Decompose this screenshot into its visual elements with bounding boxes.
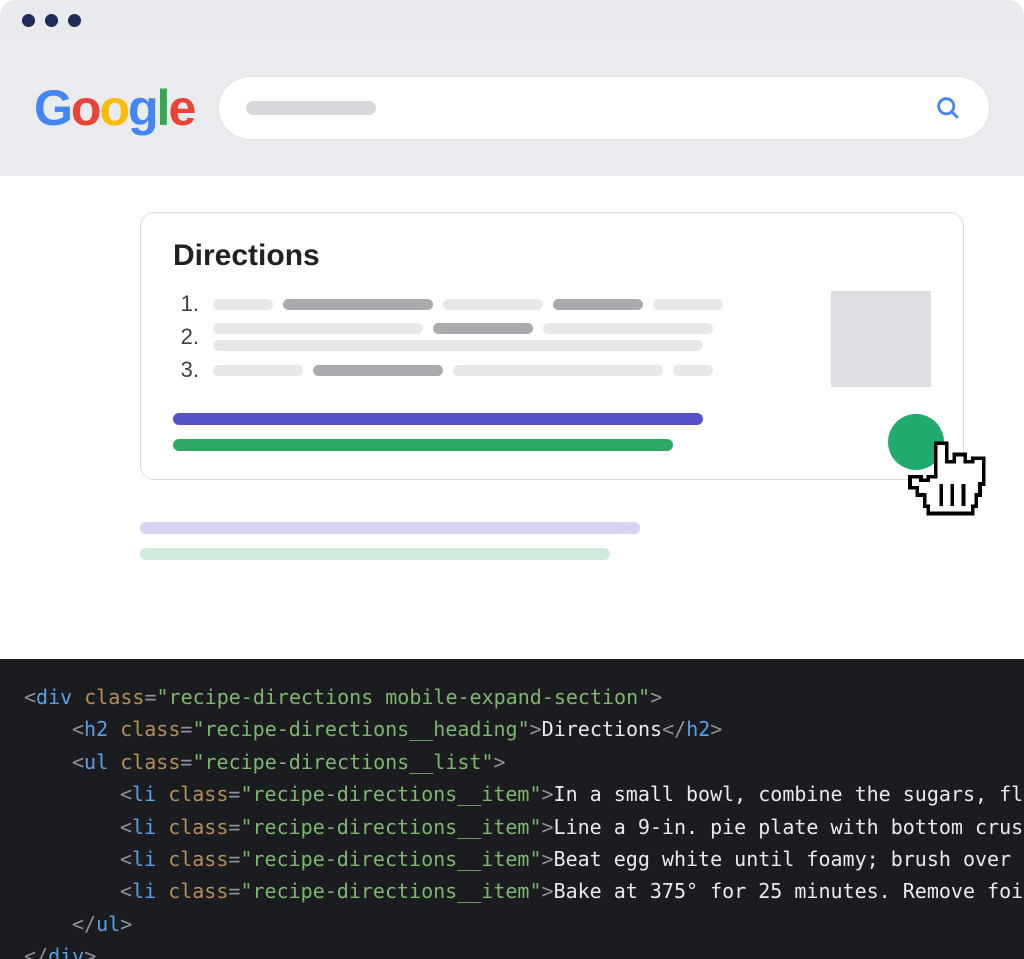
directions-list: 1. 2.: [173, 291, 811, 389]
card-title: Directions: [173, 239, 931, 273]
window-minimize-dot[interactable]: [45, 14, 58, 27]
window-zoom-dot[interactable]: [68, 14, 81, 27]
logo-letter: o: [71, 83, 100, 133]
code-line: </div>: [24, 940, 1024, 959]
code-line: <h2 class="recipe-directions__heading">D…: [24, 713, 1024, 745]
window-close-dot[interactable]: [22, 14, 35, 27]
logo-letter: G: [34, 83, 71, 133]
text-placeholder: [653, 299, 723, 310]
window-titlebar: [0, 0, 1024, 40]
text-placeholder: [283, 299, 433, 310]
logo-letter: o: [99, 83, 128, 133]
code-line: </ul>: [24, 908, 1024, 940]
search-icon[interactable]: [934, 94, 962, 122]
logo-letter: e: [168, 83, 194, 133]
google-logo[interactable]: G o o g l e: [34, 83, 194, 133]
logo-letter: g: [128, 83, 157, 133]
text-placeholder: [553, 299, 643, 310]
direction-number: 2.: [173, 324, 199, 350]
result-link-secondary[interactable]: [140, 548, 610, 560]
search-placeholder-bar: [246, 101, 376, 115]
text-placeholder: [313, 365, 443, 376]
text-placeholder: [213, 365, 303, 376]
text-placeholder: [213, 323, 423, 334]
direction-item: 2.: [173, 323, 811, 351]
direction-item: 3.: [173, 357, 811, 383]
code-line: <div class="recipe-directions mobile-exp…: [24, 681, 1024, 713]
direction-number: 1.: [173, 291, 199, 317]
devtools-code-panel: <div class="recipe-directions mobile-exp…: [0, 659, 1024, 959]
search-results: Directions 1.: [0, 176, 1024, 560]
direction-item: 1.: [173, 291, 811, 317]
code-line: <li class="recipe-directions__item">Beat…: [24, 843, 1024, 875]
pointer-cursor-icon: [902, 436, 988, 532]
code-line: <li class="recipe-directions__item">In a…: [24, 778, 1024, 810]
result-link-primary[interactable]: [173, 413, 703, 425]
text-placeholder: [673, 365, 713, 376]
text-placeholder: [213, 299, 273, 310]
code-line: <ul class="recipe-directions__list">: [24, 746, 1024, 778]
code-line: <li class="recipe-directions__item">Line…: [24, 811, 1024, 843]
directions-card: Directions 1.: [140, 212, 964, 480]
result-thumbnail: [831, 291, 931, 387]
text-placeholder: [213, 340, 703, 351]
text-placeholder: [443, 299, 543, 310]
code-line: <li class="recipe-directions__item">Bake…: [24, 875, 1024, 907]
text-placeholder: [543, 323, 713, 334]
result-link-primary[interactable]: [140, 522, 640, 534]
result-link-secondary[interactable]: [173, 439, 673, 451]
search-input[interactable]: [218, 76, 990, 140]
text-placeholder: [453, 365, 663, 376]
logo-letter: l: [157, 83, 169, 133]
text-placeholder: [433, 323, 533, 334]
direction-number: 3.: [173, 357, 199, 383]
browser-window: G o o g l e Directions 1.: [0, 0, 1024, 959]
faded-result: [140, 522, 964, 560]
search-header: G o o g l e: [0, 40, 1024, 176]
